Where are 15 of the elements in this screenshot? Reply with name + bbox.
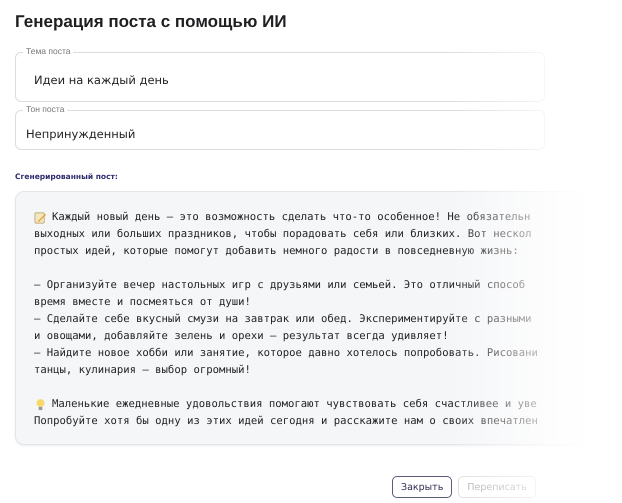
dialog-title: Генерация поста с помощью ИИ (15, 12, 288, 32)
post-line: — Организуйте вечер настольных игр с друзьями или семьей. Это отличный способ (34, 278, 526, 293)
post-line: — Найдите новое хобби или занятие, которое давно хотелось попробовать. Рисовани (34, 346, 538, 361)
post-line: и овощами, добавляйте зелень и орехи — результат всегда удивляет! (34, 329, 449, 344)
post-line: танцы, кулинария — выбор огромный! (34, 363, 251, 378)
post-line: Маленькие ежедневные удовольствия помогают чувствовать себя счастливее и уве (52, 397, 537, 412)
post-line: время вместе и посмеяться от души! (34, 295, 251, 310)
memo-icon (34, 211, 47, 224)
post-line: — Сделайте себе вкусный смузи на завтрак или обед. Экспериментируйте с разными (34, 312, 532, 327)
post-line: Каждый новый день — это возможность сделать что-то особенное! Не обязательн (52, 210, 530, 225)
post-line: простых идей, которые помогут добавить немного радости в повседневную жизнь: (34, 244, 519, 259)
post-line: выходных или больших праздников, чтобы порадовать себя или близких. Вот нескол (34, 227, 532, 242)
lightbulb-icon (34, 398, 47, 411)
close-button[interactable]: Закрыть (392, 476, 452, 498)
post-line: Попробуйте хотя бы одну из этих идей сегодня и расскажите нам о своих впечатлен (34, 414, 538, 429)
